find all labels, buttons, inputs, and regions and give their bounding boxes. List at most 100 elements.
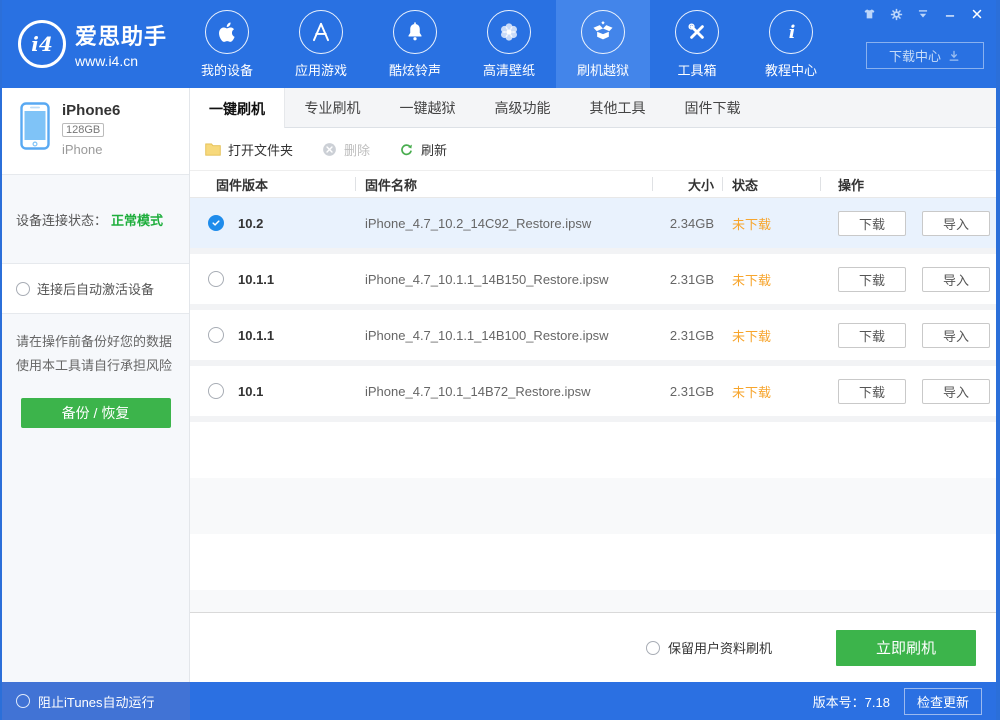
backup-restore-button[interactable]: 备份 / 恢复 (21, 398, 171, 428)
col-header-version: 固件版本 (190, 175, 355, 194)
tab-one-key-flash[interactable]: 一键刷机 (190, 88, 285, 129)
row-radio[interactable] (208, 383, 224, 399)
download-center-button[interactable]: 下载中心 (866, 42, 984, 69)
auto-activate-radio[interactable] (16, 282, 30, 296)
device-name: iPhone6 (62, 102, 120, 119)
download-arrow-icon (947, 49, 961, 63)
keep-user-data-radio[interactable] (646, 641, 660, 655)
window-controls (860, 6, 986, 22)
nav-item-ringtones[interactable]: 酷炫铃声 (368, 0, 462, 88)
row-radio[interactable] (208, 327, 224, 343)
delete-icon (321, 141, 338, 158)
firmware-row[interactable]: 10.1.1 iPhone_4.7_10.1.1_14B150_Restore.… (190, 254, 996, 310)
col-header-action: 操作 (820, 175, 996, 194)
collapse-icon[interactable] (914, 6, 932, 22)
nav-item-flash-jailbreak[interactable]: 刷机越狱 (556, 0, 650, 88)
auto-activate-row[interactable]: 连接后自动激活设备 (2, 264, 189, 314)
check-update-button[interactable]: 检查更新 (904, 688, 982, 715)
main-panel: 一键刷机 专业刷机 一键越狱 高级功能 其他工具 固件下载 打开文件夹 删除 (190, 88, 996, 682)
toolbar: 打开文件夹 删除 刷新 (190, 128, 996, 170)
bell-icon (393, 10, 437, 54)
block-itunes-label: 阻止iTunes自动运行 (38, 692, 155, 711)
nav-label: 高清壁纸 (483, 60, 535, 79)
download-button[interactable]: 下载 (838, 379, 906, 404)
tab-one-key-jailbreak[interactable]: 一键越狱 (380, 88, 475, 127)
firmware-size: 2.34GB (652, 216, 722, 231)
row-radio-checked[interactable] (208, 215, 224, 231)
device-info-panel: iPhone6 128GB iPhone (2, 88, 189, 174)
close-icon[interactable] (968, 6, 986, 22)
download-button[interactable]: 下载 (838, 211, 906, 236)
firmware-row[interactable]: 10.2 iPhone_4.7_10.2_14C92_Restore.ipsw … (190, 198, 996, 254)
nav-item-tutorials[interactable]: i 教程中心 (744, 0, 838, 88)
minimize-icon[interactable] (941, 6, 959, 22)
firmware-row[interactable]: 10.1.1 iPhone_4.7_10.1.1_14B100_Restore.… (190, 310, 996, 366)
delete-label: 删除 (344, 140, 370, 159)
flower-wallpaper-icon (487, 10, 531, 54)
download-button[interactable]: 下载 (838, 323, 906, 348)
row-radio[interactable] (208, 271, 224, 287)
firmware-status: 未下载 (722, 326, 820, 345)
keep-user-data-option[interactable]: 保留用户资料刷机 (646, 638, 772, 657)
firmware-size: 2.31GB (652, 272, 722, 287)
nav-label: 我的设备 (201, 60, 253, 79)
nav-item-toolbox[interactable]: 工具箱 (650, 0, 744, 88)
skin-icon[interactable] (860, 6, 878, 22)
flash-footer: 保留用户资料刷机 立即刷机 (190, 612, 996, 682)
empty-rows-area (190, 422, 996, 612)
import-button[interactable]: 导入 (922, 379, 990, 404)
flash-now-button[interactable]: 立即刷机 (836, 630, 976, 666)
open-folder-button[interactable]: 打开文件夹 (204, 140, 293, 159)
jailbreak-box-icon (581, 10, 625, 54)
app-url: www.i4.cn (75, 53, 167, 69)
tab-advanced[interactable]: 高级功能 (475, 88, 570, 127)
firmware-name: iPhone_4.7_10.1.1_14B150_Restore.ipsw (355, 272, 652, 287)
firmware-status: 未下载 (722, 382, 820, 401)
tab-firmware-download[interactable]: 固件下载 (665, 88, 760, 127)
import-button[interactable]: 导入 (922, 211, 990, 236)
block-itunes-radio[interactable] (16, 694, 30, 708)
firmware-name: iPhone_4.7_10.1.1_14B100_Restore.ipsw (355, 328, 652, 343)
import-button[interactable]: 导入 (922, 267, 990, 292)
tab-bar: 一键刷机 专业刷机 一键越狱 高级功能 其他工具 固件下载 (190, 88, 996, 128)
i4-logo-icon: i4 (18, 20, 66, 68)
refresh-icon (398, 141, 415, 158)
settings-gear-icon[interactable] (887, 6, 905, 22)
nav-item-my-devices[interactable]: 我的设备 (180, 0, 274, 88)
connection-status-panel: 设备连接状态： 正常模式 (2, 174, 189, 264)
import-button[interactable]: 导入 (922, 323, 990, 348)
nav-label: 应用游戏 (295, 60, 347, 79)
download-button[interactable]: 下载 (838, 267, 906, 292)
logo-badge: i4 (31, 32, 53, 56)
svg-text:i: i (789, 22, 796, 42)
app-window: i4 爱思助手 www.i4.cn 我的设备 应用游戏 (0, 0, 1000, 720)
firmware-size: 2.31GB (652, 328, 722, 343)
col-header-name: 固件名称 (355, 175, 652, 194)
firmware-size: 2.31GB (652, 384, 722, 399)
delete-button[interactable]: 删除 (321, 140, 370, 159)
firmware-name: iPhone_4.7_10.1_14B72_Restore.ipsw (355, 384, 652, 399)
appstore-icon (299, 10, 343, 54)
nav-label: 工具箱 (677, 60, 716, 79)
connection-status-value: 正常模式 (111, 210, 163, 229)
open-folder-label: 打开文件夹 (228, 140, 293, 159)
tab-pro-flash[interactable]: 专业刷机 (285, 88, 380, 127)
firmware-status: 未下载 (722, 214, 820, 233)
download-center-label: 下载中心 (889, 46, 941, 65)
sidebar: iPhone6 128GB iPhone 设备连接状态： 正常模式 连接后自动激… (2, 88, 190, 682)
info-icon: i (769, 10, 813, 54)
connection-status-label: 设备连接状态： (16, 210, 107, 229)
app-title: 爱思助手 (75, 19, 167, 51)
tab-other-tools[interactable]: 其他工具 (570, 88, 665, 127)
nav-item-wallpapers[interactable]: 高清壁纸 (462, 0, 556, 88)
folder-icon (204, 141, 222, 157)
backup-warning-line1: 请在操作前备份好您的数据 (2, 330, 189, 354)
block-itunes-option[interactable]: 阻止iTunes自动运行 (2, 682, 190, 720)
device-model: iPhone (62, 142, 120, 157)
nav-item-apps-games[interactable]: 应用游戏 (274, 0, 368, 88)
firmware-row[interactable]: 10.1 iPhone_4.7_10.1_14B72_Restore.ipsw … (190, 366, 996, 422)
firmware-status: 未下载 (722, 270, 820, 289)
header: i4 爱思助手 www.i4.cn 我的设备 应用游戏 (2, 0, 996, 88)
refresh-button[interactable]: 刷新 (398, 140, 447, 159)
nav-label: 刷机越狱 (577, 60, 629, 79)
